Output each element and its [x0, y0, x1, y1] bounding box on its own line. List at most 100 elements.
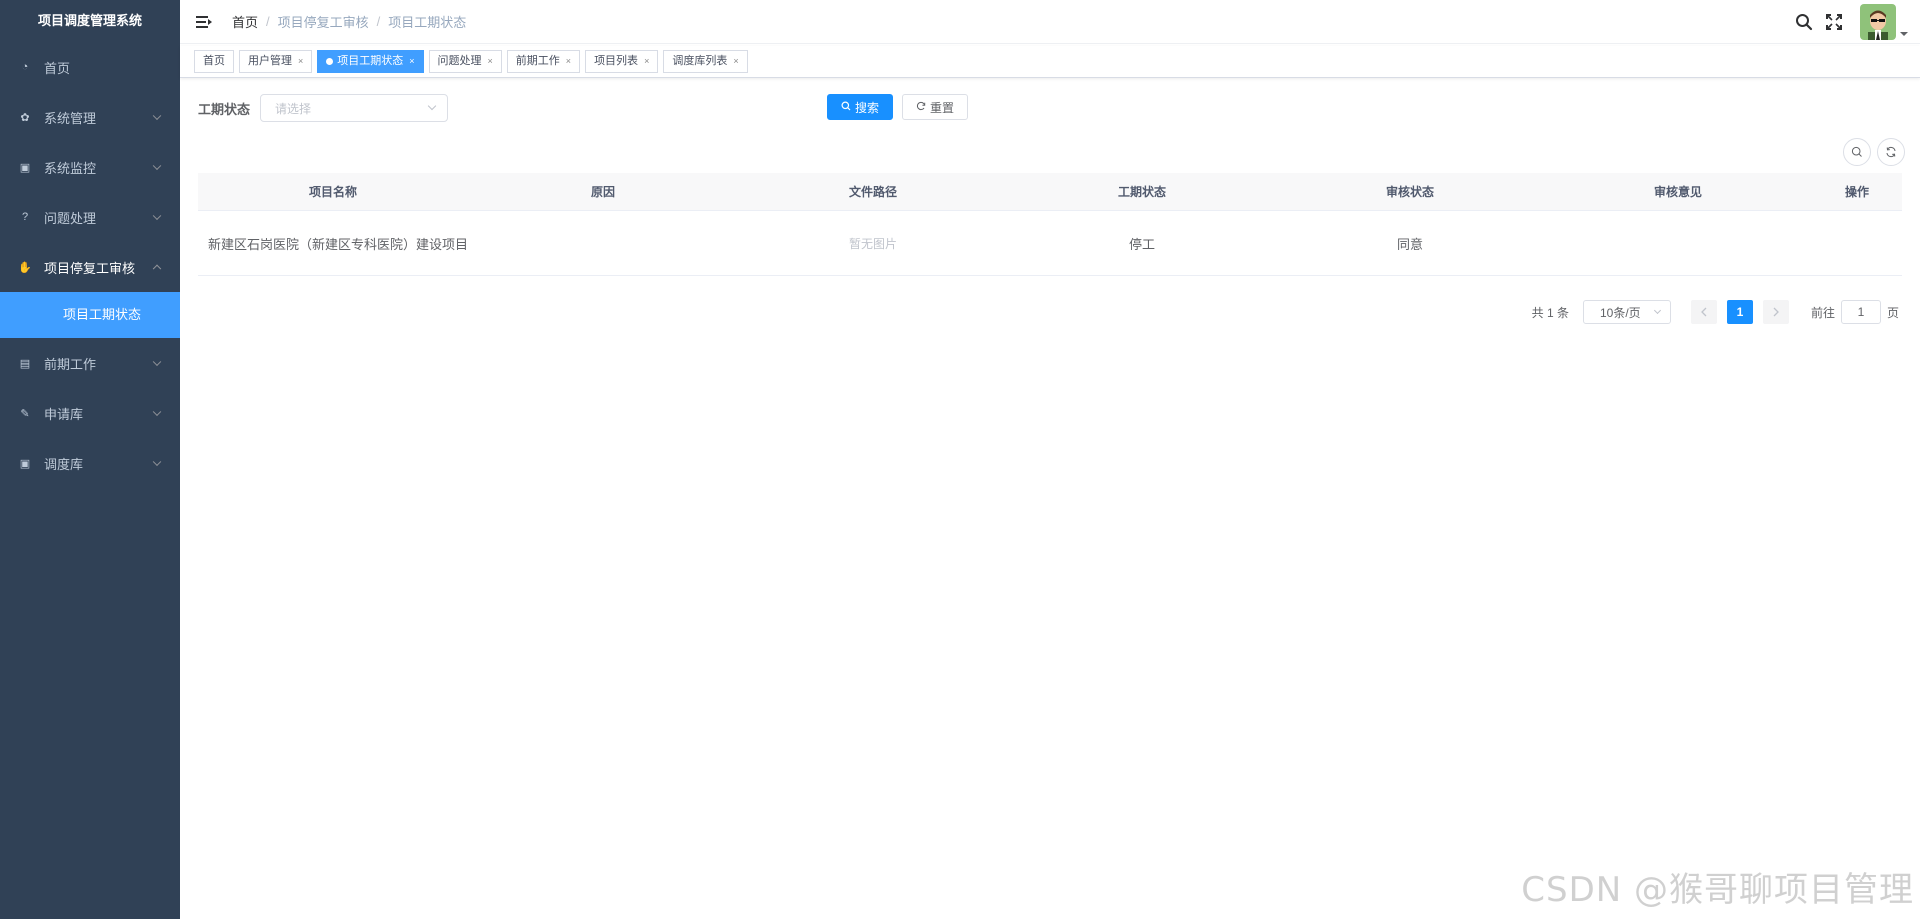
tag-label: 前期工作 — [515, 55, 560, 67]
tag-dispatch-list[interactable]: 调度库列表 × — [663, 50, 748, 73]
close-icon[interactable]: × — [298, 51, 303, 72]
breadcrumb-separator: / — [266, 14, 270, 29]
main-content: 工期状态 请选择 搜索 重置 项目名称 原因 文件路径 工期状态 审核状态 审核… — [180, 78, 1920, 919]
chevron-up-icon — [152, 264, 162, 274]
sidebar-item-home[interactable]: ◔ 首页 — [0, 42, 180, 92]
chevron-down-icon — [152, 407, 162, 417]
sidebar-item-label: 系统监控 — [44, 160, 97, 176]
sidebar-item-label: 问题处理 — [44, 210, 97, 226]
monitor-icon: ▣ — [19, 457, 31, 470]
column-header: 项目名称 — [308, 185, 357, 199]
sidebar-item-system[interactable]: ✿ 系统管理 — [0, 92, 180, 142]
reset-button[interactable]: 重置 — [902, 94, 968, 120]
page-size-select[interactable]: 10条/页 — [1582, 300, 1671, 324]
column-header: 原因 — [590, 185, 615, 199]
sidebar-item-monitor[interactable]: ▣ 系统监控 — [0, 142, 180, 192]
tag-home[interactable]: 首页 — [194, 50, 234, 73]
edit-icon: ✎ — [20, 407, 30, 420]
close-icon[interactable]: × — [733, 51, 738, 72]
column-header: 操作 — [1844, 185, 1869, 199]
search-icon — [841, 101, 851, 114]
chevron-down-icon — [152, 357, 162, 367]
search-icon[interactable] — [1794, 12, 1814, 32]
duration-status-select[interactable]: 请选择 — [260, 94, 449, 122]
chevron-left-icon — [1701, 307, 1707, 317]
next-page-button[interactable] — [1762, 300, 1789, 324]
prev-page-button[interactable] — [1690, 300, 1717, 324]
sidebar-item-label: 系统管理 — [44, 110, 97, 126]
sidebar-item-dispatch-library[interactable]: ▣ 调度库 — [0, 438, 180, 488]
tag-project-list[interactable]: 项目列表 × — [585, 50, 659, 73]
user-dropdown[interactable] — [1860, 4, 1908, 40]
sidebar-subitem-project-duration-status[interactable]: 项目工期状态 — [0, 292, 180, 338]
caret-down-icon — [1900, 32, 1908, 36]
toggle-search-button[interactable] — [1843, 138, 1871, 166]
tag-label: 项目工期状态 — [337, 55, 404, 67]
chevron-down-icon — [152, 161, 162, 171]
refresh-table-button[interactable] — [1877, 138, 1905, 166]
search-form: 工期状态 请选择 — [198, 94, 449, 122]
chevron-down-icon — [152, 211, 162, 221]
tag-label: 项目列表 — [594, 55, 639, 67]
refresh-icon — [1886, 146, 1896, 158]
column-header: 审核意见 — [1653, 185, 1702, 199]
chevron-right-icon — [1773, 307, 1779, 317]
sidebar-item-issues[interactable]: ? 问题处理 — [0, 192, 180, 242]
question-icon: ? — [21, 211, 29, 223]
tags-view: 首页 用户管理 × 项目工期状态 × 问题处理 × 前期工作 × 项目列表 × … — [180, 46, 1920, 78]
pagination: 共 1 条 10条/页 1 前往 1 页 — [1532, 300, 1899, 324]
duration-status-label: 工期状态 — [198, 101, 251, 117]
cell-file-path: 暂无图片 — [848, 236, 897, 251]
refresh-icon — [916, 101, 926, 114]
cell-review-status: 同意 — [1396, 236, 1423, 252]
gear-icon: ✿ — [20, 111, 30, 124]
watermark: CSDN @猴哥聊项目管理 — [1521, 870, 1914, 910]
page-size-value: 10条/页 — [1599, 305, 1641, 320]
breadcrumb-home[interactable]: 首页 — [232, 12, 258, 31]
reset-button-label: 重置 — [929, 100, 954, 115]
search-button-label: 搜索 — [854, 100, 879, 115]
breadcrumb: 首页 / 项目停复工审核 / 项目工期状态 — [232, 12, 466, 31]
column-header: 文件路径 — [848, 185, 897, 199]
goto-label: 前往 — [1810, 305, 1835, 320]
close-icon[interactable]: × — [566, 51, 571, 72]
chevron-down-icon — [1653, 306, 1662, 315]
chevron-down-icon — [427, 101, 437, 111]
goto-page-input[interactable]: 1 — [1840, 300, 1881, 324]
avatar[interactable] — [1860, 4, 1896, 40]
close-icon[interactable]: × — [488, 51, 493, 72]
page-unit-label: 页 — [1886, 305, 1899, 320]
chevron-down-icon — [152, 111, 162, 121]
tag-issue-handling[interactable]: 问题处理 × — [428, 50, 502, 73]
search-button[interactable]: 搜索 — [827, 94, 893, 120]
sidebar-item-label: 项目停复工审核 — [44, 260, 136, 276]
sidebar-item-stop-resume-review[interactable]: ✋ 项目停复工审核 — [0, 242, 180, 292]
search-icon — [1851, 146, 1862, 157]
hand-icon: ✋ — [18, 261, 32, 274]
doc-icon: ▤ — [19, 357, 31, 370]
data-table: 项目名称 原因 文件路径 工期状态 审核状态 审核意见 操作 新建区石岗医院（新… — [198, 173, 1902, 276]
table-header: 项目名称 原因 文件路径 工期状态 审核状态 审核意见 操作 — [198, 173, 1902, 211]
sidebar: 项目调度管理系统 ◔ 首页 ✿ 系统管理 ▣ 系统监控 ? 问题处理 ✋ 项目停… — [0, 0, 180, 919]
breadcrumb-stop-resume-review: 项目停复工审核 — [277, 15, 369, 30]
chevron-down-icon — [152, 457, 162, 467]
tag-label: 首页 — [203, 55, 225, 67]
sidebar-item-label: 前期工作 — [44, 356, 97, 372]
table-row: 新建区石岗医院（新建区专科医院）建设项目 暂无图片 停工 同意 — [198, 211, 1902, 276]
breadcrumb-separator: / — [376, 14, 381, 29]
tag-project-duration-status[interactable]: 项目工期状态 × — [317, 50, 424, 73]
close-icon[interactable]: × — [644, 51, 649, 72]
tag-label: 调度库列表 — [672, 55, 728, 67]
sidebar-item-preliminary-work[interactable]: ▤ 前期工作 — [0, 338, 180, 388]
sidebar-item-label: 申请库 — [44, 406, 84, 422]
sidebar-item-application-library[interactable]: ✎ 申请库 — [0, 388, 180, 438]
navbar-right — [1784, 0, 1908, 44]
tag-user-management[interactable]: 用户管理 × — [239, 50, 313, 73]
tag-preliminary-work[interactable]: 前期工作 × — [506, 50, 581, 73]
fullscreen-icon[interactable] — [1824, 12, 1844, 32]
hamburger-menu-icon[interactable] — [196, 15, 212, 29]
close-icon[interactable]: × — [409, 51, 414, 72]
active-dot-icon — [326, 58, 334, 65]
page-number-current[interactable]: 1 — [1726, 300, 1753, 324]
cell-project-name: 新建区石岗医院（新建区专科医院）建设项目 — [208, 236, 469, 252]
